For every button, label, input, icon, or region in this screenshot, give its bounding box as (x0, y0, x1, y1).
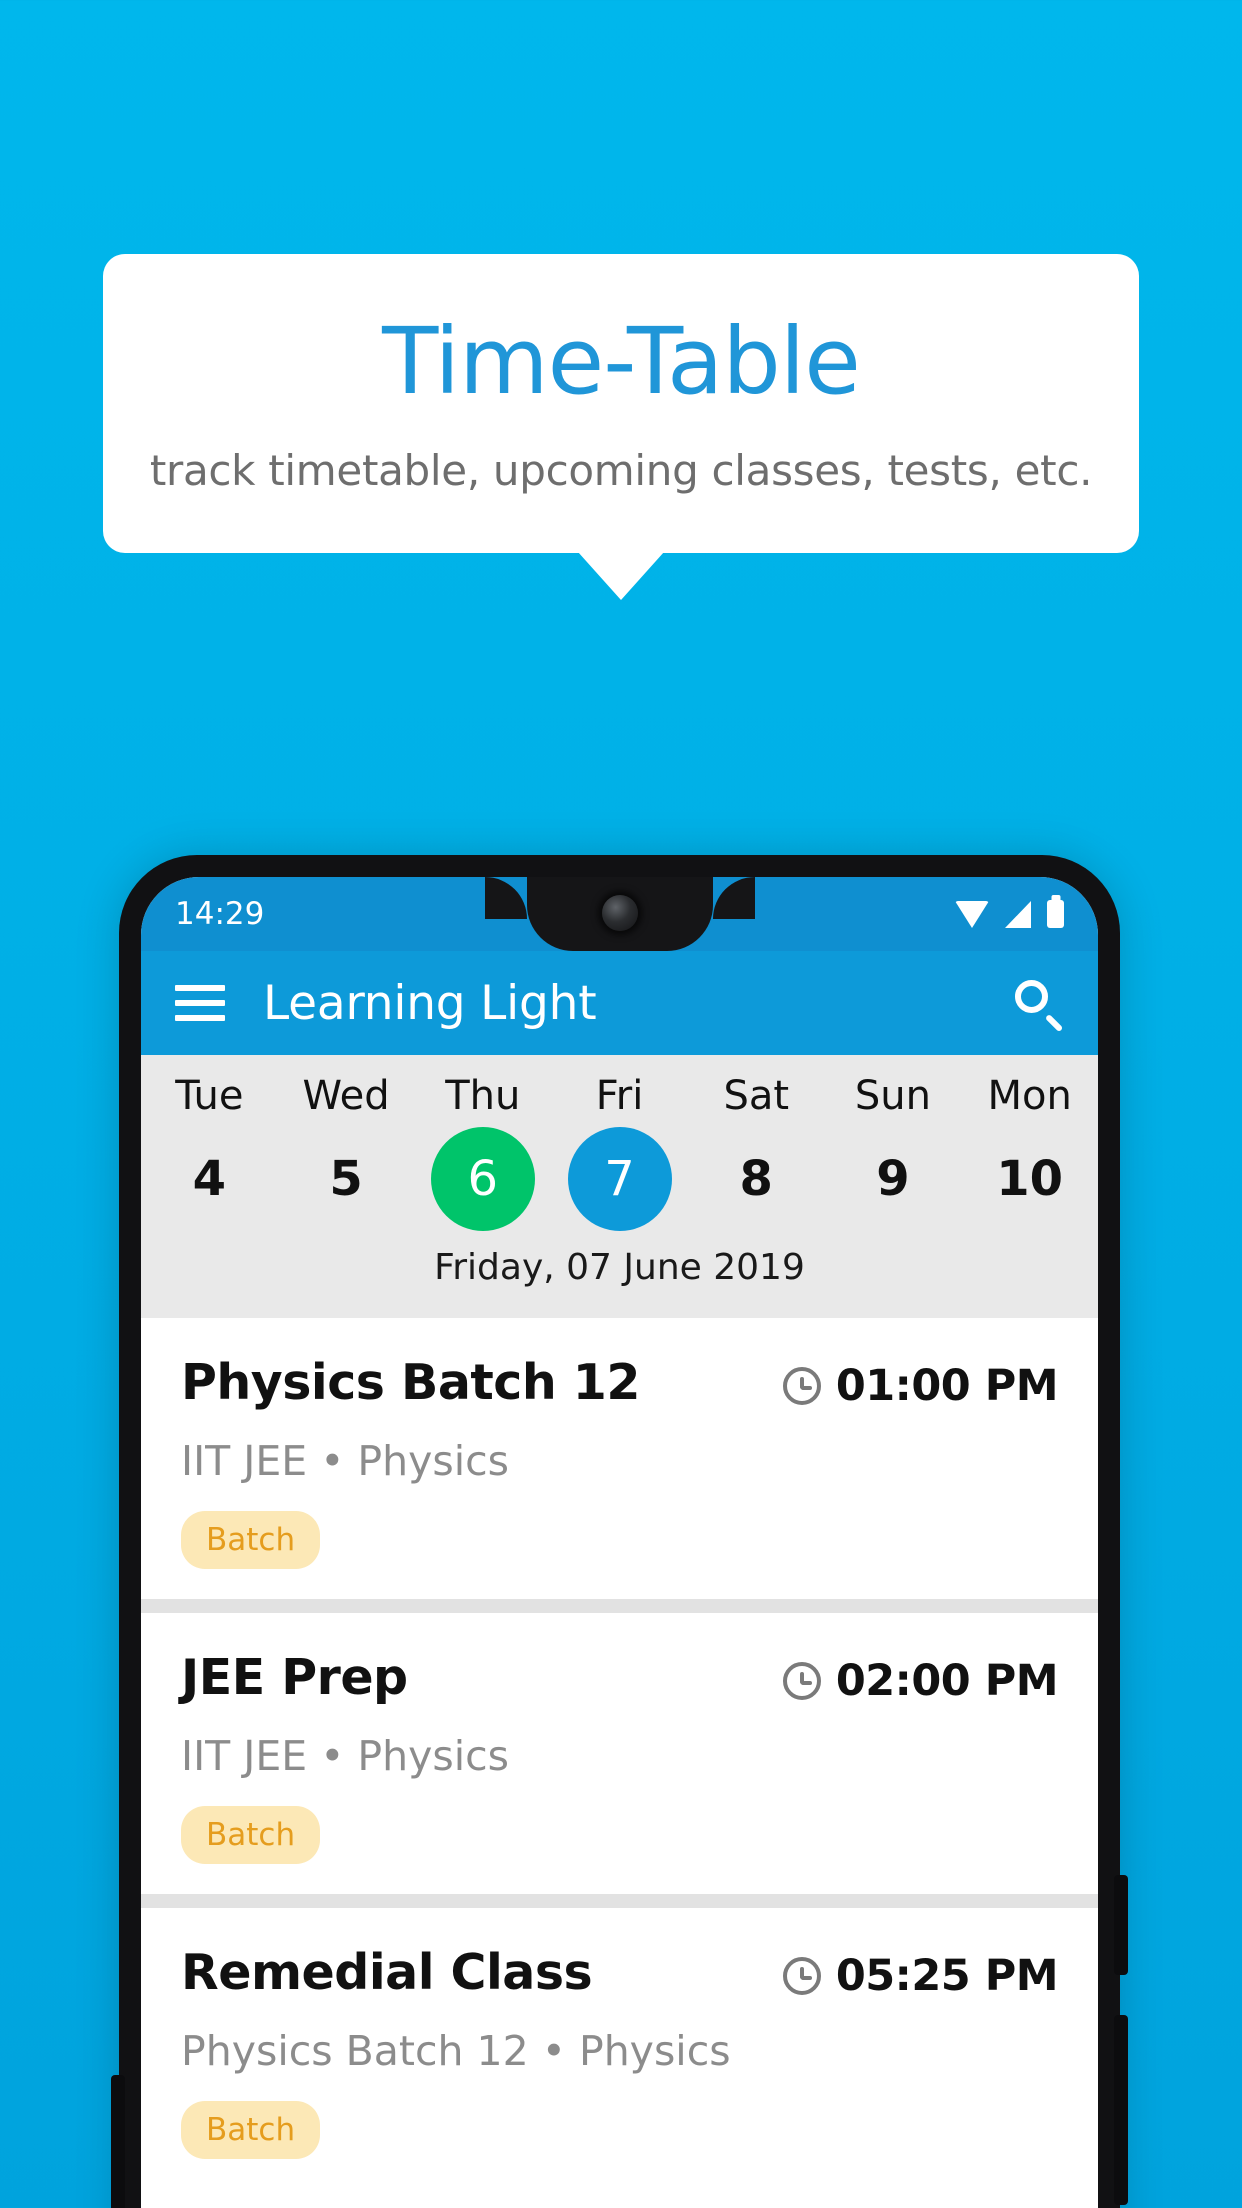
app-bar: Learning Light (141, 951, 1098, 1055)
promo-bubble-body: Time-Table track timetable, upcoming cla… (103, 254, 1139, 600)
class-title: JEE Prep (181, 1649, 408, 1706)
day-number-wrap: 10 (961, 1125, 1098, 1233)
class-card[interactable]: Remedial Class 05:25 PM Physics Batch 12… (141, 1908, 1098, 2189)
signal-icon (1005, 900, 1031, 928)
class-card-header: Physics Batch 12 01:00 PM (181, 1354, 1059, 1411)
hamburger-line (175, 1000, 225, 1006)
front-camera-icon (601, 895, 638, 931)
clock-icon (782, 1367, 821, 1405)
day-item-tue[interactable]: Tue 4 (141, 1071, 278, 1233)
status-bar-clock: 14:29 (175, 896, 265, 932)
status-badge: Batch (181, 2101, 321, 2159)
phone-side-button (111, 2075, 125, 2208)
day-item-mon[interactable]: Mon 10 (961, 1071, 1098, 1233)
phone-mockup: 14:29 Learning Light Tue 4 Wed 5 Thu 6 F… (111, 855, 1128, 2208)
search-icon-handle (1044, 1013, 1064, 1033)
phone-volume-button (1114, 2015, 1128, 2205)
class-title: Physics Batch 12 (181, 1354, 640, 1411)
class-time-text: 05:25 PM (835, 1951, 1059, 2001)
class-subtitle: IIT JEE • Physics (181, 1437, 510, 1485)
promo-bubble: Time-Table track timetable, upcoming cla… (103, 254, 1139, 600)
status-bar-icons (955, 900, 1064, 928)
battery-icon (1047, 900, 1064, 928)
class-card-header: Remedial Class 05:25 PM (181, 1944, 1059, 2001)
day-strip: Tue 4 Wed 5 Thu 6 Fri 7 Sat 8 Sun 9 Mon … (141, 1055, 1098, 1318)
class-title: Remedial Class (181, 1944, 593, 2001)
day-number: 10 (996, 1151, 1064, 1207)
day-number: 5 (329, 1151, 363, 1207)
day-number-wrap: 6 (414, 1125, 551, 1233)
search-icon-circle (1015, 980, 1048, 1013)
app-title: Learning Light (263, 975, 597, 1031)
wifi-icon (955, 900, 989, 928)
day-number-wrap: 5 (278, 1125, 415, 1233)
promo-bubble-tail (578, 552, 664, 600)
day-number-wrap: 8 (688, 1125, 825, 1233)
clock-icon (782, 1957, 821, 1995)
day-item-sun[interactable]: Sun 9 (825, 1071, 962, 1233)
day-list: Tue 4 Wed 5 Thu 6 Fri 7 Sat 8 Sun 9 Mon … (141, 1071, 1098, 1233)
day-item-thu[interactable]: Thu 6 (414, 1071, 551, 1233)
status-badge: Batch (181, 1806, 321, 1864)
search-icon[interactable] (1012, 977, 1064, 1033)
clock-icon (782, 1662, 821, 1700)
phone-screen: 14:29 Learning Light Tue 4 Wed 5 Thu 6 F… (141, 877, 1098, 2208)
day-number-wrap: 4 (141, 1125, 278, 1233)
hamburger-menu-icon[interactable] (175, 985, 225, 1021)
phone-power-button (1114, 1875, 1128, 1975)
day-number: 4 (192, 1151, 227, 1207)
class-card[interactable]: Physics Batch 12 01:00 PM IIT JEE • Phys… (141, 1318, 1098, 1599)
class-time-text: 02:00 PM (835, 1656, 1059, 1706)
selected-date-label: Friday, 07 June 2019 (434, 1247, 805, 1288)
day-name: Wed (302, 1073, 390, 1119)
class-card[interactable]: JEE Prep 02:00 PM IIT JEE • Physics Batc… (141, 1613, 1098, 1894)
day-number-wrap: 9 (825, 1125, 962, 1233)
hamburger-line (175, 1015, 225, 1021)
day-number-selected: 7 (567, 1127, 672, 1231)
day-name: Fri (595, 1073, 644, 1119)
day-name: Tue (175, 1073, 244, 1119)
day-number: 9 (876, 1151, 910, 1207)
day-number-wrap: 7 (551, 1125, 688, 1233)
class-time-text: 01:00 PM (835, 1361, 1059, 1411)
hamburger-line (175, 985, 225, 991)
day-name: Thu (445, 1073, 521, 1119)
day-item-wed[interactable]: Wed 5 (278, 1071, 415, 1233)
day-name: Sat (723, 1073, 790, 1119)
status-badge: Batch (181, 1511, 321, 1569)
class-card-header: JEE Prep 02:00 PM (181, 1649, 1059, 1706)
phone-notch (484, 877, 755, 951)
class-time: 05:25 PM (782, 1944, 1059, 2001)
class-subtitle: Physics Batch 12 • Physics (181, 2027, 731, 2075)
day-item-fri[interactable]: Fri 7 (551, 1071, 688, 1233)
class-time: 01:00 PM (782, 1354, 1059, 1411)
day-number: 8 (739, 1151, 773, 1207)
class-list: Physics Batch 12 01:00 PM IIT JEE • Phys… (141, 1318, 1098, 2189)
promo-title: Time-Table (382, 308, 861, 415)
class-time: 02:00 PM (782, 1649, 1059, 1706)
day-number-today: 6 (430, 1127, 535, 1231)
class-subtitle: IIT JEE • Physics (181, 1732, 510, 1780)
day-name: Mon (987, 1073, 1072, 1119)
promo-subtitle: track timetable, upcoming classes, tests… (149, 446, 1093, 495)
day-name: Sun (854, 1073, 931, 1119)
day-item-sat[interactable]: Sat 8 (688, 1071, 825, 1233)
